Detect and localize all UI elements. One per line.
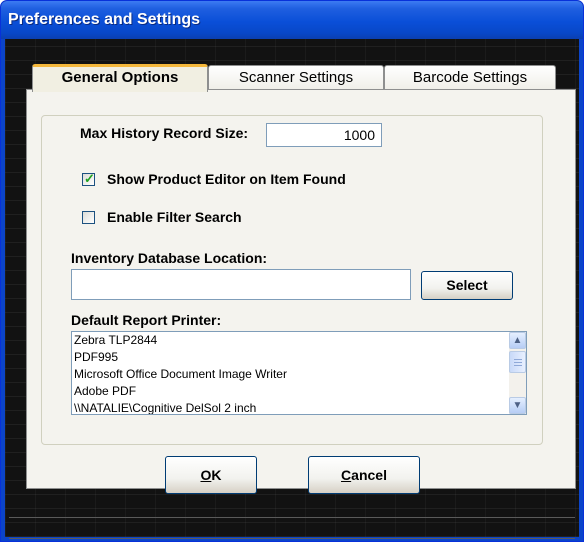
thumb-grip: [514, 362, 522, 363]
window-title: Preferences and Settings: [8, 11, 201, 28]
chevron-up-icon: ▲: [512, 335, 523, 346]
ok-mnemonic: O: [200, 467, 212, 483]
tab-barcode-settings[interactable]: Barcode Settings: [384, 65, 556, 89]
tab-scanner-settings-label: Scanner Settings: [238, 69, 354, 86]
tab-general-options[interactable]: General Options: [32, 64, 208, 92]
scroll-up-button[interactable]: ▲: [509, 332, 526, 349]
thumb-grip: [514, 359, 522, 360]
ok-button[interactable]: OK: [165, 456, 257, 494]
cancel-button[interactable]: Cancel: [308, 456, 420, 494]
scrollbar-thumb[interactable]: [509, 351, 526, 373]
vertical-scrollbar[interactable]: ▲ ▼: [509, 332, 526, 414]
show-editor-checkbox[interactable]: ✓: [82, 171, 95, 186]
checkmark-icon: ✓: [84, 171, 95, 186]
select-button[interactable]: Select: [421, 271, 513, 300]
chevron-down-icon: ▼: [512, 400, 523, 411]
max-history-value: 1000: [343, 127, 375, 143]
show-editor-label[interactable]: Show Product Editor on Item Found: [107, 171, 346, 187]
tab-general-options-label: General Options: [61, 69, 179, 86]
select-button-label: Select: [446, 277, 488, 293]
max-history-label: Max History Record Size:: [80, 125, 249, 141]
db-location-input[interactable]: [71, 269, 411, 300]
filter-search-checkbox[interactable]: [82, 211, 95, 224]
preferences-window: Preferences and Settings General Options…: [0, 0, 584, 542]
tab-barcode-settings-label: Barcode Settings: [412, 69, 528, 86]
printer-list: Zebra TLP2844 PDF995 Microsoft Office Do…: [72, 332, 502, 414]
max-history-input[interactable]: 1000: [266, 123, 382, 147]
scroll-down-button[interactable]: ▼: [509, 397, 526, 414]
printer-listbox[interactable]: Zebra TLP2844 PDF995 Microsoft Office Do…: [71, 331, 527, 415]
thumb-grip: [514, 365, 522, 366]
title-bar[interactable]: Preferences and Settings: [1, 1, 583, 39]
db-location-label: Inventory Database Location:: [71, 250, 268, 266]
cancel-mnemonic: C: [341, 467, 352, 483]
list-item[interactable]: Zebra TLP2844: [72, 332, 502, 349]
ok-label-rest: K: [211, 467, 222, 483]
list-item[interactable]: PDF995: [72, 349, 502, 366]
list-item[interactable]: Microsoft Office Document Image Writer: [72, 366, 502, 383]
list-item[interactable]: Adobe PDF: [72, 383, 502, 400]
filter-search-label[interactable]: Enable Filter Search: [107, 209, 242, 225]
printer-label: Default Report Printer:: [71, 312, 222, 328]
list-item[interactable]: \\NATALIE\Cognitive DelSol 2 inch: [72, 400, 502, 414]
frame-bottom-lines: [9, 517, 575, 539]
tab-scanner-settings[interactable]: Scanner Settings: [208, 65, 384, 89]
cancel-label-rest: ancel: [351, 467, 387, 483]
